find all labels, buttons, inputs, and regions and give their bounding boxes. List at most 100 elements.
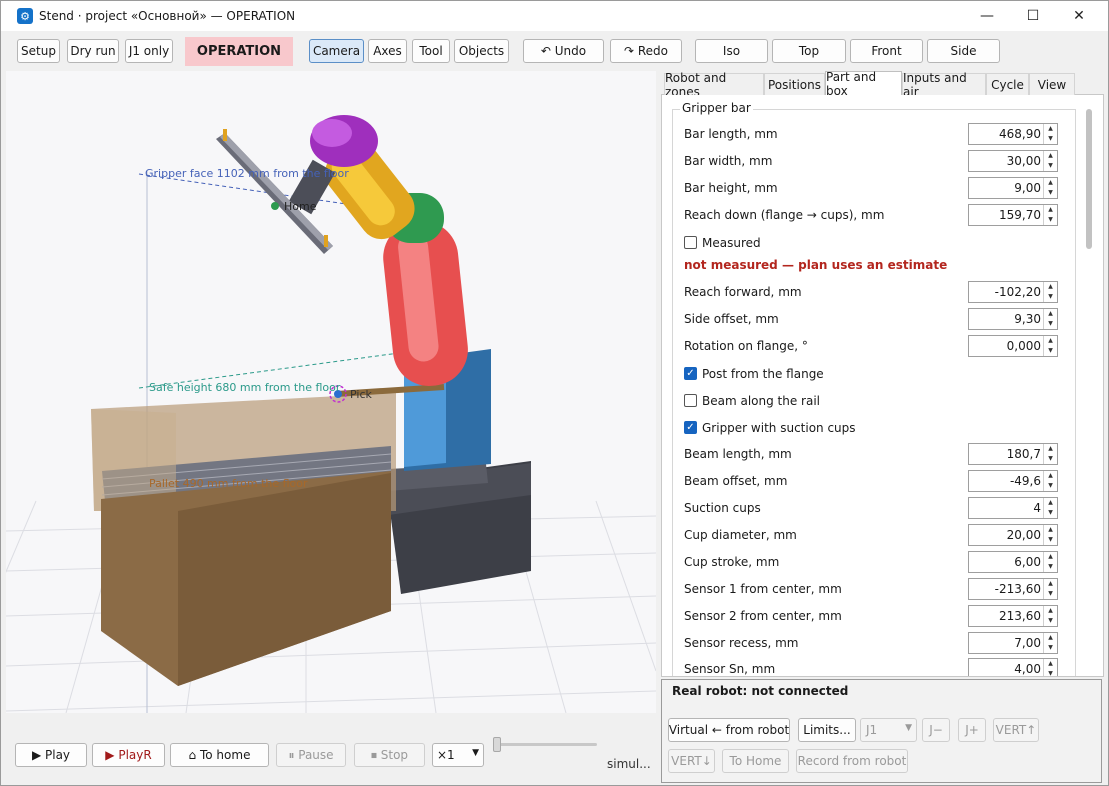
speed-select-value: ×1 [437,748,455,762]
side-offset-input[interactable]: 9,30 ▲ ▼ [968,308,1058,330]
spin-arrows-icon[interactable]: ▲ ▼ [1043,151,1057,171]
spin-arrows-icon[interactable]: ▲ ▼ [1043,205,1057,225]
side-offset-label: Side offset, mm [684,312,779,326]
beam-offset-input[interactable]: -49,6 ▲ ▼ [968,470,1058,492]
setup-button[interactable]: Setup [17,39,60,63]
vert-up-button[interactable]: VERT↑ [993,718,1039,742]
redo-button[interactable]: ↷ Redo [610,39,682,63]
home-marker[interactable] [271,202,279,210]
speed-slider-handle[interactable] [493,737,501,752]
3d-viewport[interactable]: Gripper face 1102 mm from the floor Home… [6,71,656,713]
tab-cycle[interactable]: Cycle [986,73,1029,95]
tab-part-and-box[interactable]: Part and box [825,70,902,98]
reach-forward-input[interactable]: -102,20 ▲ ▼ [968,281,1058,303]
spin-arrows-icon[interactable]: ▲ ▼ [1043,659,1057,676]
measured-label[interactable]: Measured [702,236,761,250]
spin-arrows-icon[interactable]: ▲ ▼ [1043,606,1057,626]
beam-offset-row: Beam offset, mm -49,6 ▲ ▼ [684,470,1066,492]
reach-forward-row: Reach forward, mm -102,20 ▲ ▼ [684,281,1066,303]
panel-scrollbar[interactable] [1086,109,1092,249]
beam-length-label: Beam length, mm [684,447,792,461]
tab-inputs-and-air[interactable]: Inputs and air [902,71,986,99]
post-from-flange-label[interactable]: Post from the flange [702,367,824,381]
tab-robot-and-zones[interactable]: Robot and zones [664,71,764,99]
bar-height-input[interactable]: 9,00 ▲ ▼ [968,177,1058,199]
spin-arrows-icon[interactable]: ▲ ▼ [1043,282,1057,302]
cup-stroke-input[interactable]: 6,00 ▲ ▼ [968,551,1058,573]
rotation-row: Rotation on flange, ° 0,000 ▲ ▼ [684,335,1066,357]
settings-panel: Robot and zones Positions Part and box I… [661,70,1104,677]
spin-arrows-icon[interactable]: ▲ ▼ [1043,525,1057,545]
maximize-icon[interactable]: ☐ [1010,1,1056,31]
beam-length-input[interactable]: 180,7 ▲ ▼ [968,443,1058,465]
robot-status: Real robot: not connected [672,684,849,698]
minimize-icon[interactable]: — [964,1,1010,31]
close-icon[interactable]: ✕ [1056,1,1102,31]
to-home-button[interactable]: ⌂ To home [170,743,269,767]
limits-button[interactable]: Limits... [798,718,856,742]
robot-to-home-button[interactable]: To Home [722,749,789,773]
vert-down-button[interactable]: VERT↓ [668,749,715,773]
speed-slider-track[interactable] [493,743,597,746]
spin-arrows-icon[interactable]: ▲ ▼ [1043,309,1057,329]
top-view-button[interactable]: Top [772,39,846,63]
virtual-from-robot-button[interactable]: Virtual ← from robot [668,718,790,742]
bar-length-input[interactable]: 468,90 ▲ ▼ [968,123,1058,145]
suction-cups-input[interactable]: 4 ▲ ▼ [968,497,1058,519]
side-view-button[interactable]: Side [927,39,1000,63]
reach-down-input[interactable]: 159,70 ▲ ▼ [968,204,1058,226]
undo-button[interactable]: ↶ Undo [523,39,604,63]
measured-checkbox[interactable] [684,236,697,249]
sensor1-input[interactable]: -213,60 ▲ ▼ [968,578,1058,600]
j1-only-button[interactable]: J1 only [125,39,173,63]
warning-row: not measured — plan uses an estimate [684,255,1066,277]
pick-label: Pick [350,388,372,401]
reach-forward-value: -102,20 [994,285,1041,299]
cup-diameter-input[interactable]: 20,00 ▲ ▼ [968,524,1058,546]
bar-length-value: 468,90 [999,127,1041,141]
gripper-suction-label[interactable]: Gripper with suction cups [702,421,856,435]
joint-select[interactable]: J1 ▼ [860,718,917,742]
axes-button[interactable]: Axes [368,39,407,63]
tool-button[interactable]: Tool [412,39,450,63]
spin-arrows-icon[interactable]: ▲ ▼ [1043,124,1057,144]
rotation-input[interactable]: 0,000 ▲ ▼ [968,335,1058,357]
camera-button[interactable]: Camera [309,39,364,63]
tab-view[interactable]: View [1029,73,1075,95]
spin-arrows-icon[interactable]: ▲ ▼ [1043,336,1057,356]
spin-arrows-icon[interactable]: ▲ ▼ [1043,471,1057,491]
dry-run-button[interactable]: Dry run [67,39,119,63]
playr-button[interactable]: ▶ PlayR [92,743,165,767]
objects-button[interactable]: Objects [454,39,509,63]
spin-arrows-icon[interactable]: ▲ ▼ [1043,178,1057,198]
record-from-robot-button[interactable]: Record from robot [796,749,908,773]
beam-along-rail-label[interactable]: Beam along the rail [702,394,820,408]
bar-width-row: Bar width, mm 30,00 ▲ ▼ [684,150,1066,172]
post-from-flange-checkbox[interactable]: ✓ [684,367,697,380]
spin-arrows-icon[interactable]: ▲ ▼ [1043,444,1057,464]
j-plus-button[interactable]: J+ [958,718,986,742]
speed-select[interactable]: ×1 ▼ [432,743,484,767]
sensor2-input[interactable]: 213,60 ▲ ▼ [968,605,1058,627]
sensor2-value: 213,60 [999,609,1041,623]
spin-arrows-icon[interactable]: ▲ ▼ [1043,552,1057,572]
front-view-button[interactable]: Front [850,39,923,63]
spin-arrows-icon[interactable]: ▲ ▼ [1043,633,1057,653]
gripper-suction-checkbox[interactable]: ✓ [684,421,697,434]
stop-button[interactable]: ⏹ Stop [354,743,425,767]
tab-positions[interactable]: Positions [764,73,825,95]
spin-arrows-icon[interactable]: ▲ ▼ [1043,579,1057,599]
bar-length-row: Bar length, mm 468,90 ▲ ▼ [684,123,1066,145]
beam-along-rail-checkbox[interactable] [684,394,697,407]
sensor-recess-input[interactable]: 7,00 ▲ ▼ [968,632,1058,654]
sensor-sn-input[interactable]: 4,00 ▲ ▼ [968,658,1058,676]
main-window: ⚙ Stend · project «Основной» — OPERATION… [0,0,1109,786]
bar-width-input[interactable]: 30,00 ▲ ▼ [968,150,1058,172]
bar-width-label: Bar width, mm [684,154,773,168]
pause-button[interactable]: ⏸ Pause [276,743,346,767]
j-minus-button[interactable]: J− [922,718,950,742]
play-button[interactable]: ▶ Play [15,743,87,767]
bar-height-row: Bar height, mm 9,00 ▲ ▼ [684,177,1066,199]
spin-arrows-icon[interactable]: ▲ ▼ [1043,498,1057,518]
iso-view-button[interactable]: Iso [695,39,768,63]
